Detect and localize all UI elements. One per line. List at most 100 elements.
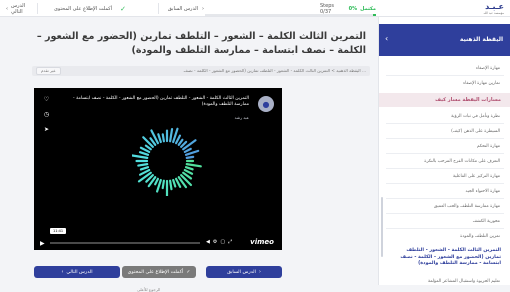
video-seek-bar[interactable] [50,242,200,244]
sidebar-item[interactable]: التعرف على مكانات الفرح المرحب بالنكرة [388,159,500,164]
sidebar-item[interactable]: تعليم الحريوة واستقبال المشاعر المؤلمة [388,279,500,284]
visualizer-bar [172,178,177,188]
visualizer-bars [132,127,202,196]
sidebar-item[interactable]: نظرة وتأمل في ثبات الرؤية [388,114,500,119]
divider [386,213,504,214]
logo-text: عـبـد [485,2,504,11]
back-to-top-link[interactable]: الرجوع للأعلى [137,287,160,292]
visualizer-bar [177,138,184,146]
sidebar-scrollbar[interactable] [381,197,383,257]
chevron-right-icon: › [258,269,261,275]
progress-bar [205,14,376,16]
visualizer-bar [157,133,162,144]
visualizer-bar [169,128,174,143]
logo[interactable]: عـبـد مؤسسة عبد الله [458,2,504,15]
sidebar-item[interactable]: مهارة ممارسة التلطف والحب العميق [388,204,500,209]
like-icon[interactable]: ♡ [42,96,51,103]
audio-visualizer-graphic [132,127,202,196]
next-lesson-button[interactable]: ‹ الدرس التالي [34,266,120,278]
lesson-title: التمرين الثالث الكلمة – الشعور – التلطف … [36,31,366,56]
mark-complete-link[interactable]: أكملت الإطلاع على المحتوى [40,0,112,17]
mark-complete-label: أكملت الإطلاع على المحتوى [53,5,112,12]
divider [158,3,159,14]
sidebar-item[interactable]: تمرين التلطف والمودة [388,234,500,239]
player-icons: ◀⚙▢⤢ [206,239,235,245]
play-icon[interactable]: ▶ [40,240,45,247]
visualizer-bar [161,179,165,190]
vimeo-logo[interactable]: vimeo [250,238,274,246]
visualizer-bar [144,144,152,151]
visualizer-bar [183,147,192,154]
previous-lesson-link[interactable]: الدرس السابق › [164,0,204,17]
sidebar-item[interactable]: مهارة الإصغاء [388,66,500,71]
chevron-right-icon: › [202,5,204,12]
video-player[interactable]: ● التمرين الثالث الكلمة - الشعور - التلط… [34,88,282,250]
course-sidebar: ‹ اليقظة الذهنية مهارة الإصغاء تمارين مه… [378,17,510,285]
chevron-left-icon: ‹ [385,34,389,43]
lesson-content: التمرين الثالث الكلمة – الشعور – التلطف … [22,22,372,292]
mark-complete-button-label: أكملت الإطلاع على المحتوى [127,269,184,275]
progress-label: مكتمل [360,5,376,12]
sidebar-item[interactable]: مهارة التحكم [388,144,500,149]
divider [37,3,38,14]
video-title[interactable]: التمرين الثالث الكلمة - الشعور - التلطف … [69,96,249,108]
visualizer-bar [185,163,202,168]
video-time: 11:41 [50,228,67,234]
sidebar-header[interactable]: ‹ اليقظة الذهنية [379,24,510,56]
sidebar-section-title[interactable]: مسارات اليقظة مسار كيف [379,93,510,107]
previous-lesson-label: الدرس السابق [167,5,198,12]
mark-complete-button[interactable]: أكملت الإطلاع على المحتوى ✓ [122,266,196,278]
avatar[interactable]: ● [258,96,274,112]
sidebar-item[interactable]: مهارة الاحتواء الجيد [388,189,500,194]
progress-percent: 0% [348,5,358,12]
status-badge: غير تقدم [36,67,61,75]
visualizer-bar [169,179,173,191]
next-lesson-link[interactable]: ‹ الدرس التالي [6,0,34,17]
chevron-left-icon: ‹ [6,5,8,12]
visualizer-bar [180,140,188,148]
previous-lesson-button[interactable]: الدرس السابق › [206,266,282,278]
visualizer-bar [132,154,149,159]
sidebar-item-active-label: التمرين الثالث الكلمة - الشعور - التلطف … [400,248,501,266]
sidebar-item[interactable]: مهارة التركيز على الفاعلية [388,174,500,179]
visualizer-bar [137,163,149,167]
breadcrumb: غير تقدم اليقظة الذهنية > التمرين الثالث… [32,66,370,76]
clock-icon[interactable]: ◷ [42,111,51,118]
sidebar-item[interactable]: محورية الكشف [388,219,500,224]
divider [386,168,504,169]
visualizer-bar [183,168,194,175]
visualizer-bar [139,166,150,171]
sidebar-item[interactable]: السيطرة على الذهن (كيف) [388,129,500,134]
share-icon[interactable]: ➤ [42,126,51,133]
divider [386,228,504,229]
sidebar-item[interactable]: تمارين مهارة الإصغاء [388,81,500,86]
visualizer-bar [174,134,182,145]
sidebar-title: اليقظة الذهنية [459,36,503,43]
video-controls: ▶ 11:41 ◀⚙▢⤢ vimeo [34,228,282,250]
sidebar-item-active[interactable]: التمرين الثالث الكلمة - الشعور - التلطف … [379,245,510,275]
steps-count: Steps 0/37 [320,2,334,15]
visualizer-bar [161,133,165,143]
video-author[interactable]: عبد رشد [235,115,249,120]
visualizer-bar [138,151,150,156]
divider [386,138,504,139]
check-icon: ✓ [120,4,126,13]
next-lesson-button-label: الدرس التالي [66,269,93,275]
fullscreen-icon[interactable]: ⤢ [228,239,235,245]
visualizer-bar [154,177,160,186]
visualizer-bar [185,155,195,159]
breadcrumb-text[interactable]: اليقظة الذهنية > التمرين الثالث الكلمة -… [184,68,366,73]
top-bar: ‹ الدرس التالي أكملت الإطلاع على المحتوى… [0,0,510,17]
divider [386,153,504,154]
volume-icon[interactable]: ◀ [206,239,213,245]
pip-icon[interactable]: ▢ [220,239,228,245]
chevron-left-icon: ‹ [61,269,64,275]
divider [386,75,504,76]
check-icon: ✓ [186,269,191,275]
divider [386,198,504,199]
progress-bar-fill [372,14,376,16]
logo-subtext: مؤسسة عبد الله [483,11,504,15]
divider [386,183,504,184]
divider [386,123,504,124]
visualizer-bar [184,166,194,171]
